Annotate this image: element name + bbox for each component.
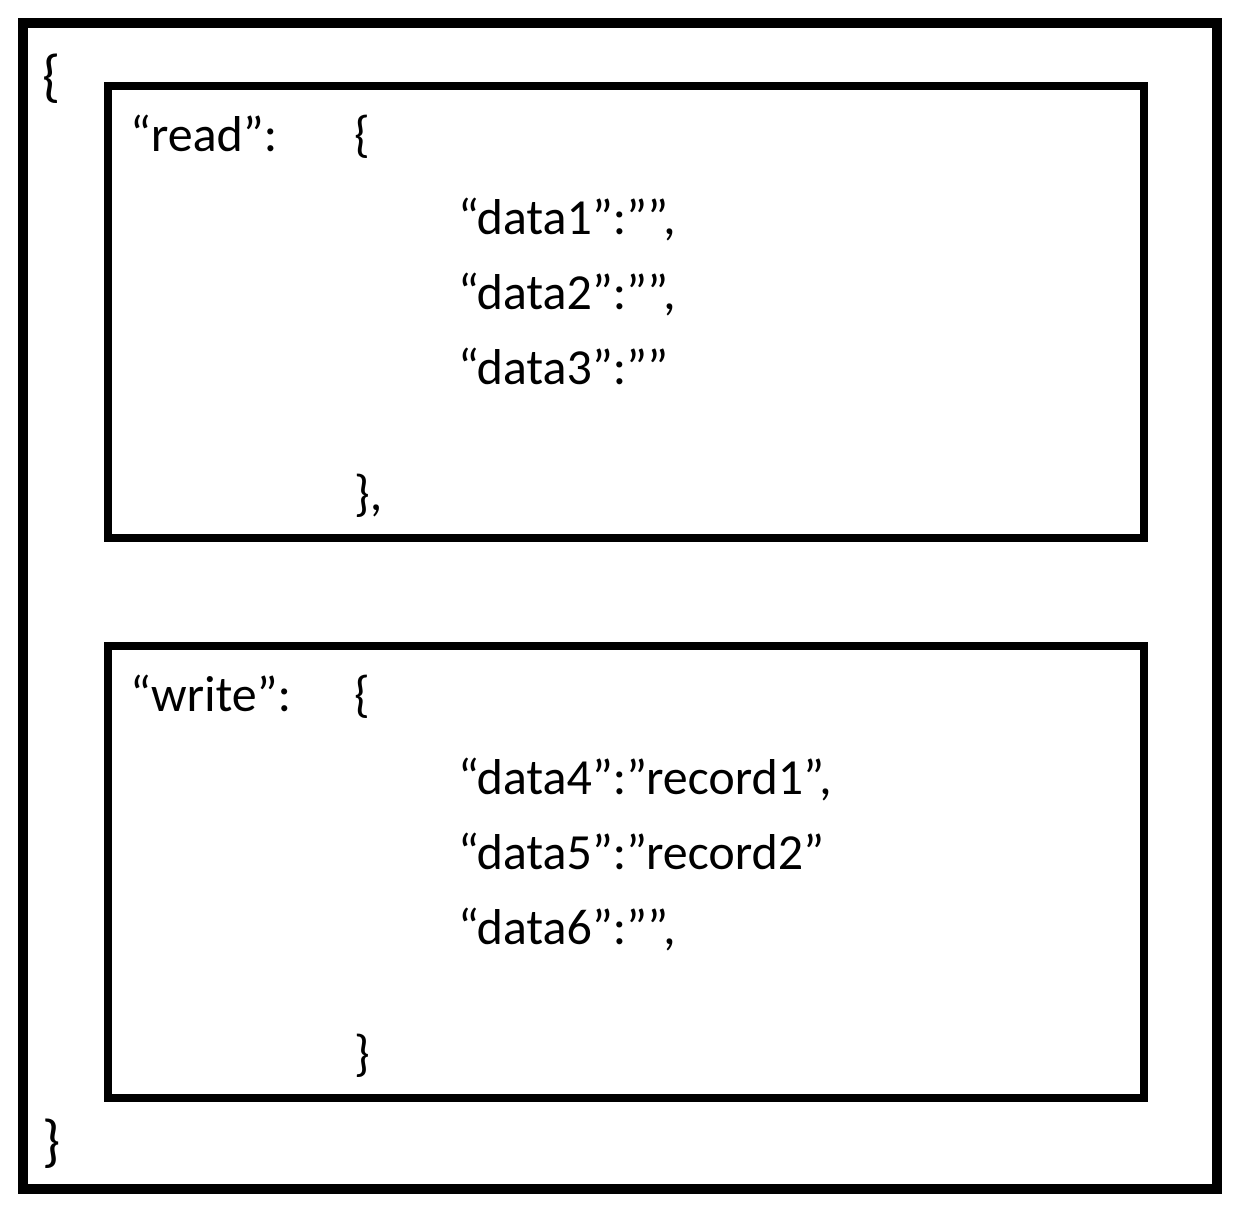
read-block: “read”: { “data1”:””, “data2”:””, “data3…: [104, 82, 1148, 542]
read-entry: “data3”:””: [458, 330, 676, 405]
read-key-label: “read”:: [130, 104, 277, 165]
read-entries: “data1”:””, “data2”:””, “data3”:””: [458, 180, 676, 405]
write-entries: “data4”:”record1”, “data5”:”record2” “da…: [458, 740, 832, 965]
outer-open-brace: {: [42, 40, 60, 111]
read-entry: “data1”:””,: [458, 180, 676, 255]
outer-close-brace: }: [42, 1105, 60, 1176]
write-open-brace: {: [354, 664, 370, 725]
write-entry: “data5”:”record2”: [458, 815, 832, 890]
read-close-brace: },: [354, 463, 382, 524]
write-entry: “data6”:””,: [458, 890, 832, 965]
outer-container: { } “read”: { “data1”:””, “data2”:””, “d…: [18, 18, 1222, 1194]
read-open-brace: {: [354, 104, 370, 165]
write-block: “write”: { “data4”:”record1”, “data5”:”r…: [104, 642, 1148, 1102]
write-close-brace: }: [354, 1023, 370, 1084]
write-key-label: “write”:: [130, 664, 291, 725]
read-entry: “data2”:””,: [458, 255, 676, 330]
write-entry: “data4”:”record1”,: [458, 740, 832, 815]
